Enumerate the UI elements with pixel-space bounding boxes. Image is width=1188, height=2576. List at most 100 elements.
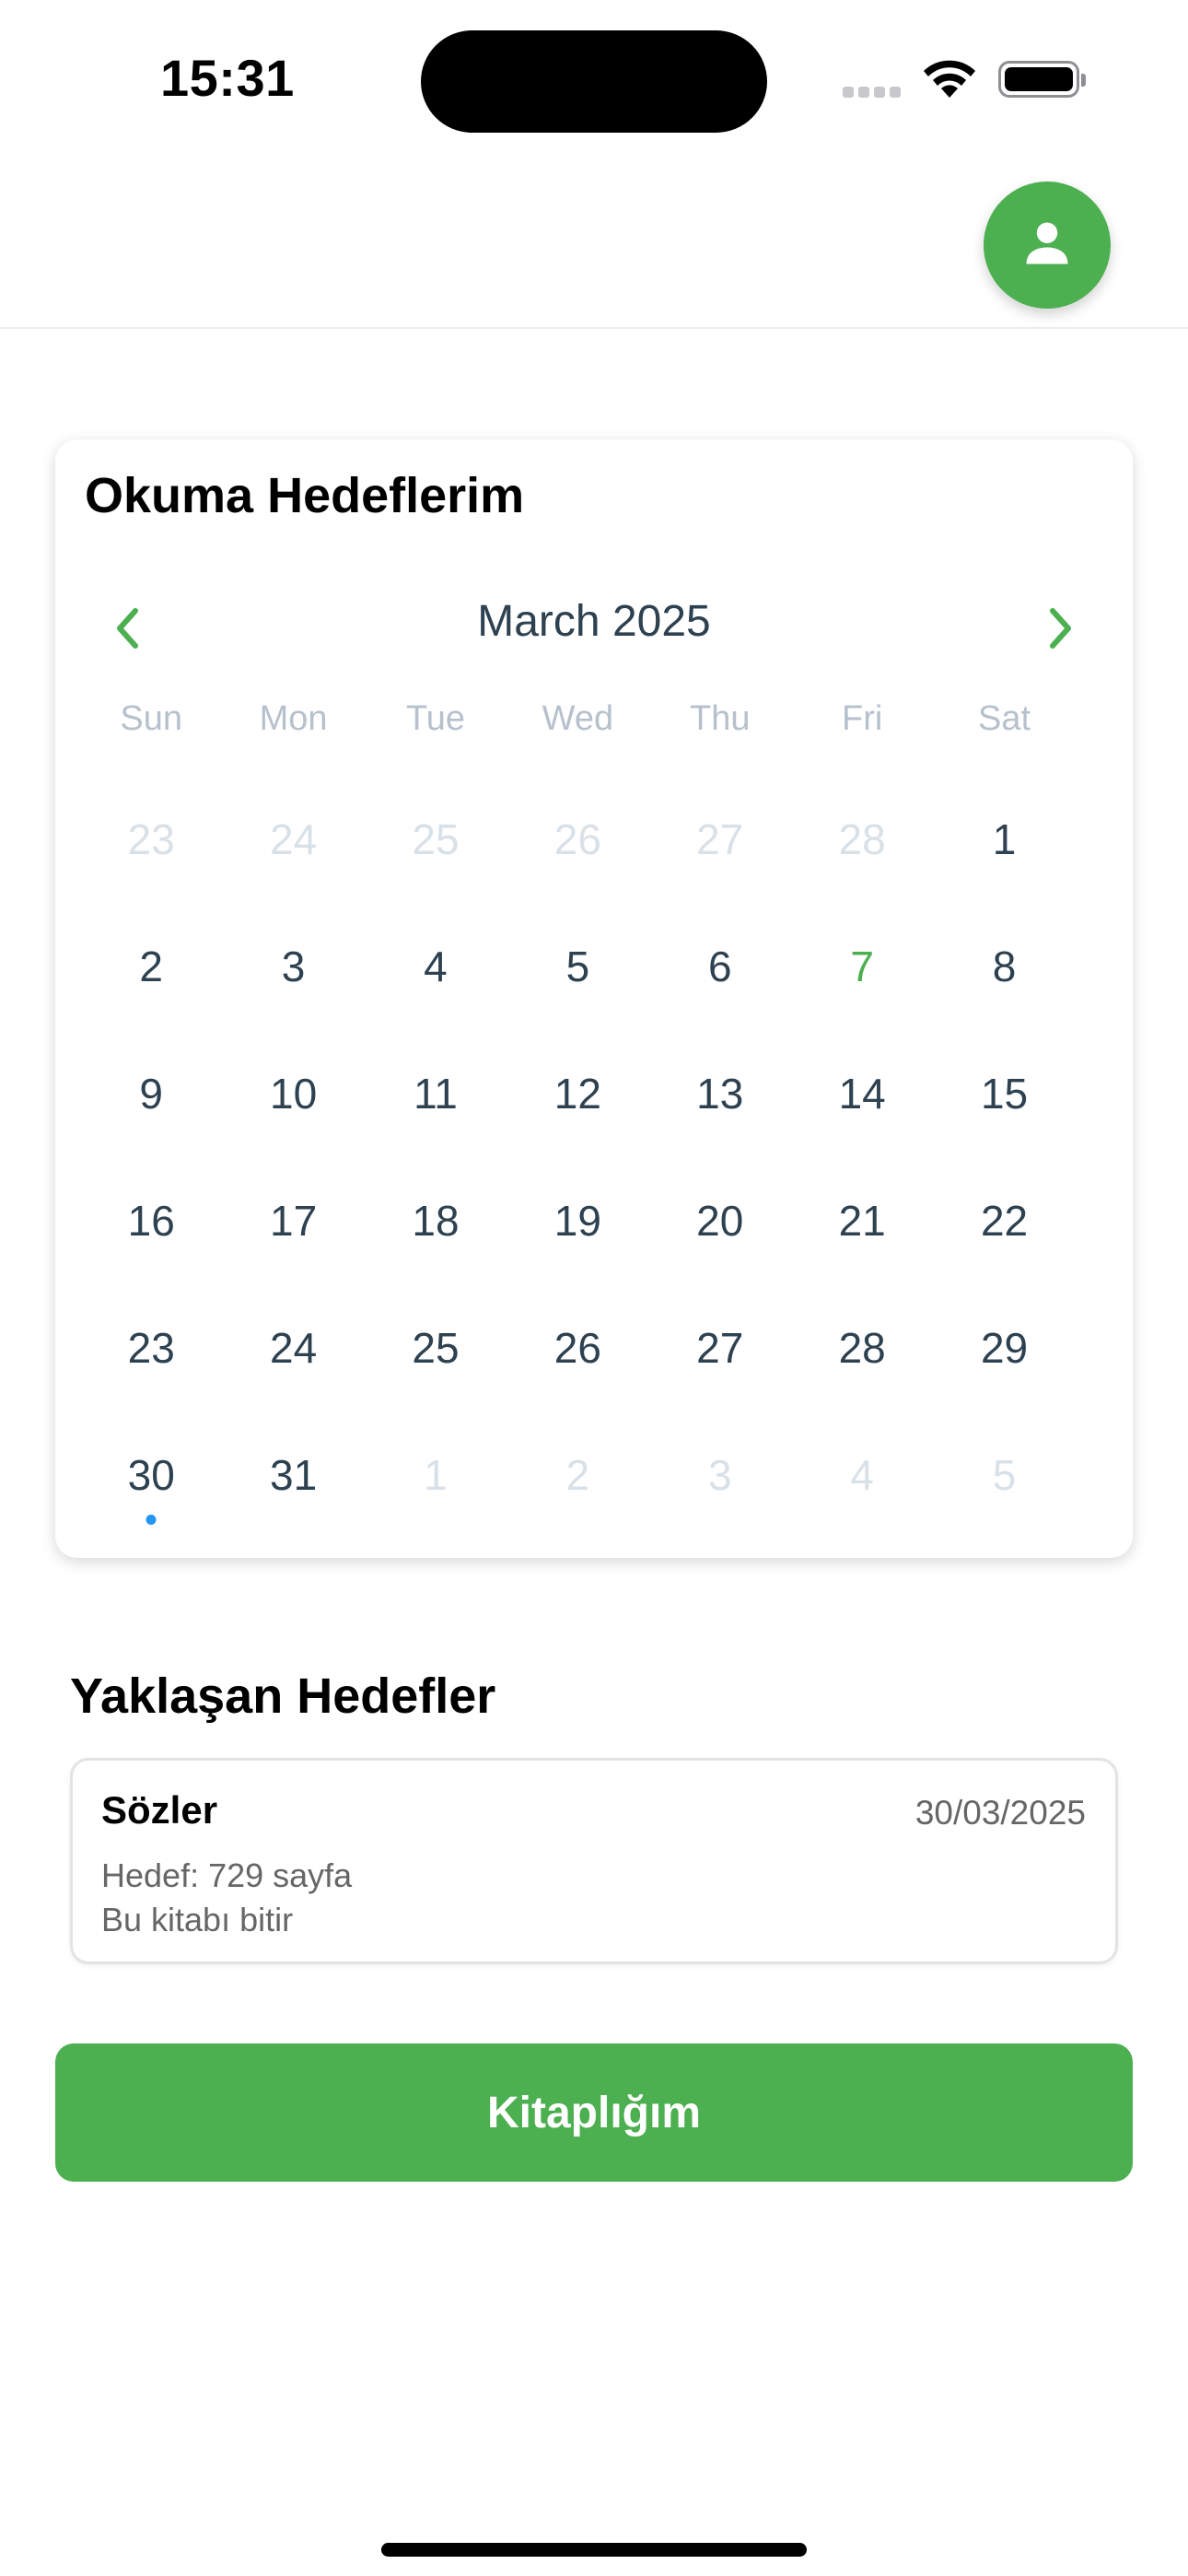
home-indicator <box>381 2543 807 2557</box>
weekday-label: Fri <box>841 699 883 738</box>
calendar-day: 28 <box>791 802 933 876</box>
calendar-day-number: 11 <box>413 1070 458 1118</box>
calendar-day-number: 7 <box>850 943 874 990</box>
calendar-day: 3 <box>649 1438 791 1512</box>
calendar-day-number: 8 <box>992 943 1017 990</box>
weekday-label: Sun <box>120 699 182 738</box>
goal-book-name: Sözler <box>101 1788 218 1832</box>
calendar-week-row: 23 24 25 26 27 28 1 <box>80 802 1093 930</box>
calendar-day[interactable]: 25 <box>365 1311 507 1385</box>
calendar-day: 25 <box>365 802 507 876</box>
weekday-label: Wed <box>542 699 614 738</box>
calendar-day[interactable]: 1 <box>933 802 1075 876</box>
calendar-day-number: 1 <box>992 815 1017 863</box>
calendar-week-row: 9 10 11 12 13 14 15 <box>80 1057 1093 1184</box>
calendar-day-number: 18 <box>412 1197 460 1245</box>
calendar-day[interactable]: 26 <box>507 1311 648 1385</box>
cellular-signal-icon <box>843 86 905 102</box>
calendar-day[interactable]: 17 <box>222 1184 364 1258</box>
header-divider <box>0 327 1188 329</box>
wifi-icon <box>921 57 978 104</box>
goal-date: 30/03/2025 <box>914 1794 1086 1832</box>
calendar-day[interactable]: 24 <box>222 1311 364 1385</box>
next-month-button[interactable] <box>1031 601 1090 660</box>
battery-icon <box>998 61 1086 98</box>
goal-target: Hedef: 729 sayfa <box>101 1856 353 1894</box>
calendar-day[interactable]: 20 <box>649 1184 791 1258</box>
calendar-day[interactable]: 22 <box>933 1184 1075 1258</box>
calendar-day-number: 2 <box>139 943 163 990</box>
calendar-day[interactable]: 28 <box>791 1311 933 1385</box>
calendar-title: Okuma Hedeflerim <box>85 468 525 523</box>
status-time: 15:31 <box>160 49 295 107</box>
calendar-week-row: 16 17 18 19 20 21 22 <box>80 1184 1093 1311</box>
calendar-day: 23 <box>80 802 222 876</box>
calendar-day-number: 6 <box>707 943 732 990</box>
calendar-day[interactable]: 29 <box>933 1311 1075 1385</box>
calendar-day-number: 22 <box>980 1197 1029 1245</box>
calendar-day[interactable]: 19 <box>507 1184 648 1258</box>
calendar-day[interactable]: 31 <box>222 1438 364 1512</box>
calendar-day: 27 <box>649 802 791 876</box>
calendar-day[interactable]: 8 <box>933 930 1075 1003</box>
calendar-day-number: 25 <box>412 1324 460 1372</box>
calendar-day[interactable]: 30 <box>80 1438 222 1525</box>
calendar-day[interactable]: 6 <box>649 930 791 1003</box>
calendar-day-number: 24 <box>270 815 318 863</box>
calendar-day: 26 <box>507 802 648 876</box>
goal-card[interactable]: Sözler 30/03/2025 Hedef: 729 sayfa Bu ki… <box>70 1758 1118 1964</box>
upcoming-goals-title: Yaklaşan Hedefler <box>70 1669 496 1724</box>
calendar-day[interactable]: 16 <box>80 1184 222 1258</box>
calendar-day: 1 <box>365 1438 507 1512</box>
calendar-day-number: 14 <box>838 1070 886 1118</box>
calendar-day-number: 24 <box>270 1324 318 1372</box>
weekday-label: Mon <box>259 699 328 738</box>
calendar-day-number: 26 <box>553 1324 601 1372</box>
calendar-day[interactable]: 15 <box>933 1057 1075 1130</box>
calendar-day[interactable]: 4 <box>365 930 507 1003</box>
app-screen: 15:31 Okuma Hedeflerim March 2025 Sun Mo… <box>0 0 1188 2576</box>
calendar-day[interactable]: 5 <box>507 930 648 1003</box>
dynamic-island <box>421 30 767 133</box>
profile-button[interactable] <box>984 181 1111 309</box>
calendar-day-number: 21 <box>838 1197 886 1245</box>
calendar-day[interactable]: 2 <box>80 930 222 1003</box>
calendar-day-number: 5 <box>992 1451 1017 1499</box>
calendar-day-number: 17 <box>270 1197 318 1245</box>
calendar-day[interactable]: 18 <box>365 1184 507 1258</box>
weekday-header: Sun Mon Tue Wed Thu Fri Sat <box>80 699 1093 755</box>
calendar-day[interactable]: 23 <box>80 1311 222 1385</box>
calendar-month-label: March 2025 <box>477 597 711 646</box>
person-icon <box>1019 216 1075 275</box>
calendar-card: Okuma Hedeflerim March 2025 Sun Mon Tue Wed… <box>55 439 1133 1558</box>
calendar-day[interactable]: 11 <box>365 1057 507 1130</box>
calendar-day-today[interactable]: 7 <box>791 930 933 1003</box>
library-button[interactable]: Kitaplığım <box>55 2043 1133 2182</box>
calendar-day-number: 27 <box>696 1324 744 1372</box>
calendar-day-number: 3 <box>281 943 306 990</box>
calendar-day-number: 13 <box>696 1070 744 1118</box>
calendar-day[interactable]: 27 <box>649 1311 791 1385</box>
weekday-label: Tue <box>405 699 466 738</box>
calendar-day-number: 15 <box>980 1070 1029 1118</box>
calendar-day-number: 4 <box>424 943 448 990</box>
calendar-day-number: 30 <box>127 1451 175 1499</box>
calendar-day-number: 28 <box>838 815 886 863</box>
calendar-day-number: 20 <box>696 1197 744 1245</box>
calendar-day-number: 4 <box>850 1451 874 1499</box>
calendar-day[interactable]: 12 <box>507 1057 648 1130</box>
calendar-day[interactable]: 10 <box>222 1057 364 1130</box>
calendar-day-number: 31 <box>270 1451 318 1499</box>
calendar-day[interactable]: 3 <box>222 930 364 1003</box>
calendar-day-number: 23 <box>127 1324 175 1372</box>
calendar-day: 2 <box>507 1438 648 1512</box>
calendar-day[interactable]: 13 <box>649 1057 791 1130</box>
calendar-day-number: 5 <box>565 943 590 990</box>
calendar-day-number: 16 <box>127 1197 175 1245</box>
calendar-day[interactable]: 14 <box>791 1057 933 1130</box>
calendar-day: 5 <box>933 1438 1075 1512</box>
calendar-day[interactable]: 9 <box>80 1057 222 1130</box>
calendar-day-number: 23 <box>127 815 175 863</box>
calendar-day[interactable]: 21 <box>791 1184 933 1258</box>
calendar-day-number: 12 <box>553 1070 601 1118</box>
